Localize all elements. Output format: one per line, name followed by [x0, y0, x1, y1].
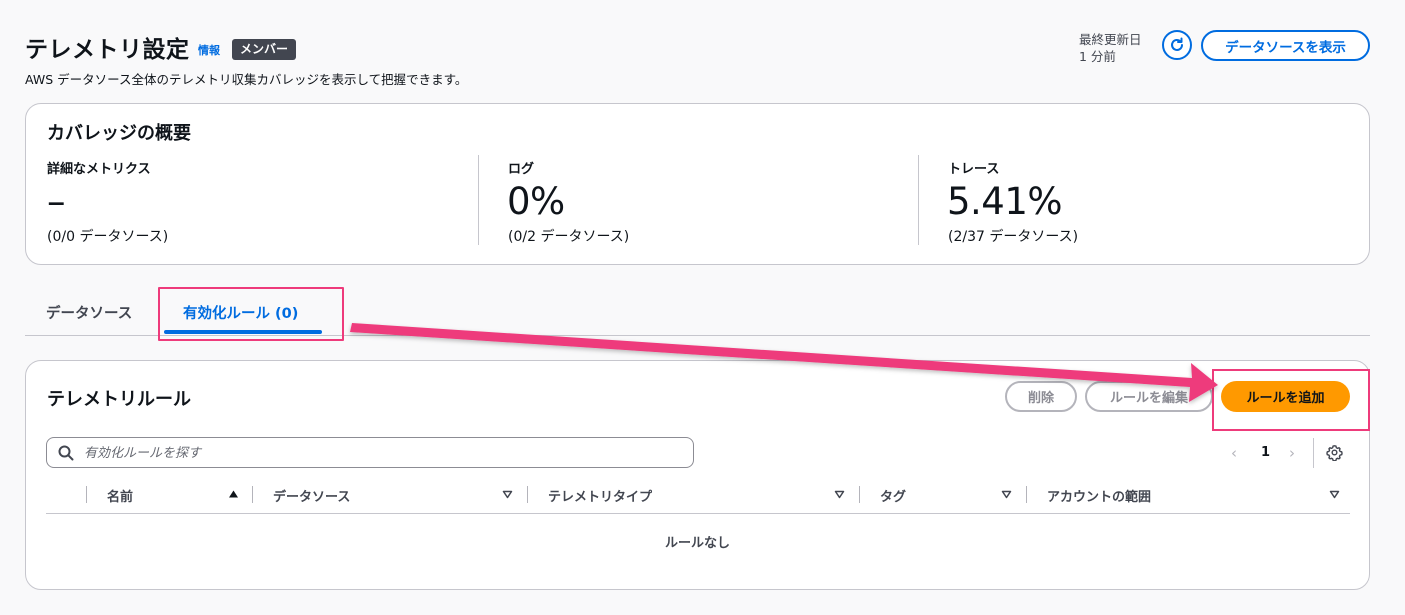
search-icon [58, 445, 74, 461]
last-updated-value: 1 分前 [1079, 49, 1116, 64]
empty-state-text: ルールなし [664, 536, 730, 551]
sort-ascending-icon[interactable] [228, 489, 239, 499]
coverage-title: カバレッジの概要 [47, 123, 191, 144]
pager-divider [1313, 438, 1314, 468]
column-header-tags[interactable]: タグ [880, 486, 906, 505]
column-header-name[interactable]: 名前 [107, 486, 133, 505]
metric-divider [478, 155, 479, 245]
metric-value-detailed: – [47, 180, 66, 223]
search-input[interactable] [84, 443, 684, 463]
refresh-icon [1171, 37, 1183, 51]
column-header-telemetry-type[interactable]: テレメトリタイプ [548, 486, 652, 505]
tab-highlight-box [158, 287, 344, 341]
metric-label-detailed: 詳細なメトリクス [47, 162, 151, 177]
metric-value-traces: 5.41% [947, 180, 1063, 223]
sort-down-icon[interactable] [834, 489, 845, 499]
pager-page-number[interactable]: 1 [1261, 445, 1270, 460]
refresh-button[interactable] [1162, 30, 1192, 60]
column-separator[interactable] [527, 486, 528, 503]
column-separator[interactable] [86, 486, 87, 503]
rules-title: テレメトリルール [47, 389, 191, 410]
view-datasources-button[interactable]: データソースを表示 [1201, 30, 1370, 61]
column-separator[interactable] [252, 486, 253, 503]
coverage-card [25, 103, 1370, 265]
column-separator[interactable] [1026, 486, 1027, 503]
column-header-account-scope[interactable]: アカウントの範囲 [1047, 486, 1151, 505]
sort-down-icon[interactable] [1329, 489, 1340, 499]
column-header-datasource[interactable]: データソース [273, 486, 350, 505]
column-separator[interactable] [859, 486, 860, 503]
pager-prev-icon[interactable]: ‹ [1231, 444, 1237, 462]
metric-sub-traces: (2/37 データソース) [948, 229, 1079, 245]
metric-divider [918, 155, 919, 245]
gear-icon[interactable] [1326, 444, 1343, 461]
page-description: AWS データソース全体のテレメトリ収集カバレッジを表示して把握できます。 [25, 72, 468, 87]
metric-label-traces: トレース [948, 162, 1000, 177]
table-header-divider [46, 513, 1350, 514]
metric-sub-detailed: (0/0 データソース) [47, 229, 169, 245]
tab-datasources[interactable]: データソース [46, 302, 132, 323]
pager-next-icon[interactable]: › [1289, 444, 1295, 462]
edit-rule-button[interactable]: ルールを編集 [1085, 381, 1213, 412]
metric-label-logs: ログ [508, 162, 535, 177]
add-button-highlight-box [1212, 369, 1370, 431]
delete-button[interactable]: 削除 [1005, 381, 1077, 412]
member-badge: メンバー [232, 39, 297, 60]
metric-value-logs: 0% [507, 180, 565, 223]
sort-down-icon[interactable] [1001, 489, 1012, 499]
page-title: テレメトリ設定 [25, 37, 190, 63]
sort-down-icon[interactable] [502, 489, 513, 499]
info-link[interactable]: 情報 [198, 42, 220, 58]
metric-sub-logs: (0/2 データソース) [508, 229, 630, 245]
